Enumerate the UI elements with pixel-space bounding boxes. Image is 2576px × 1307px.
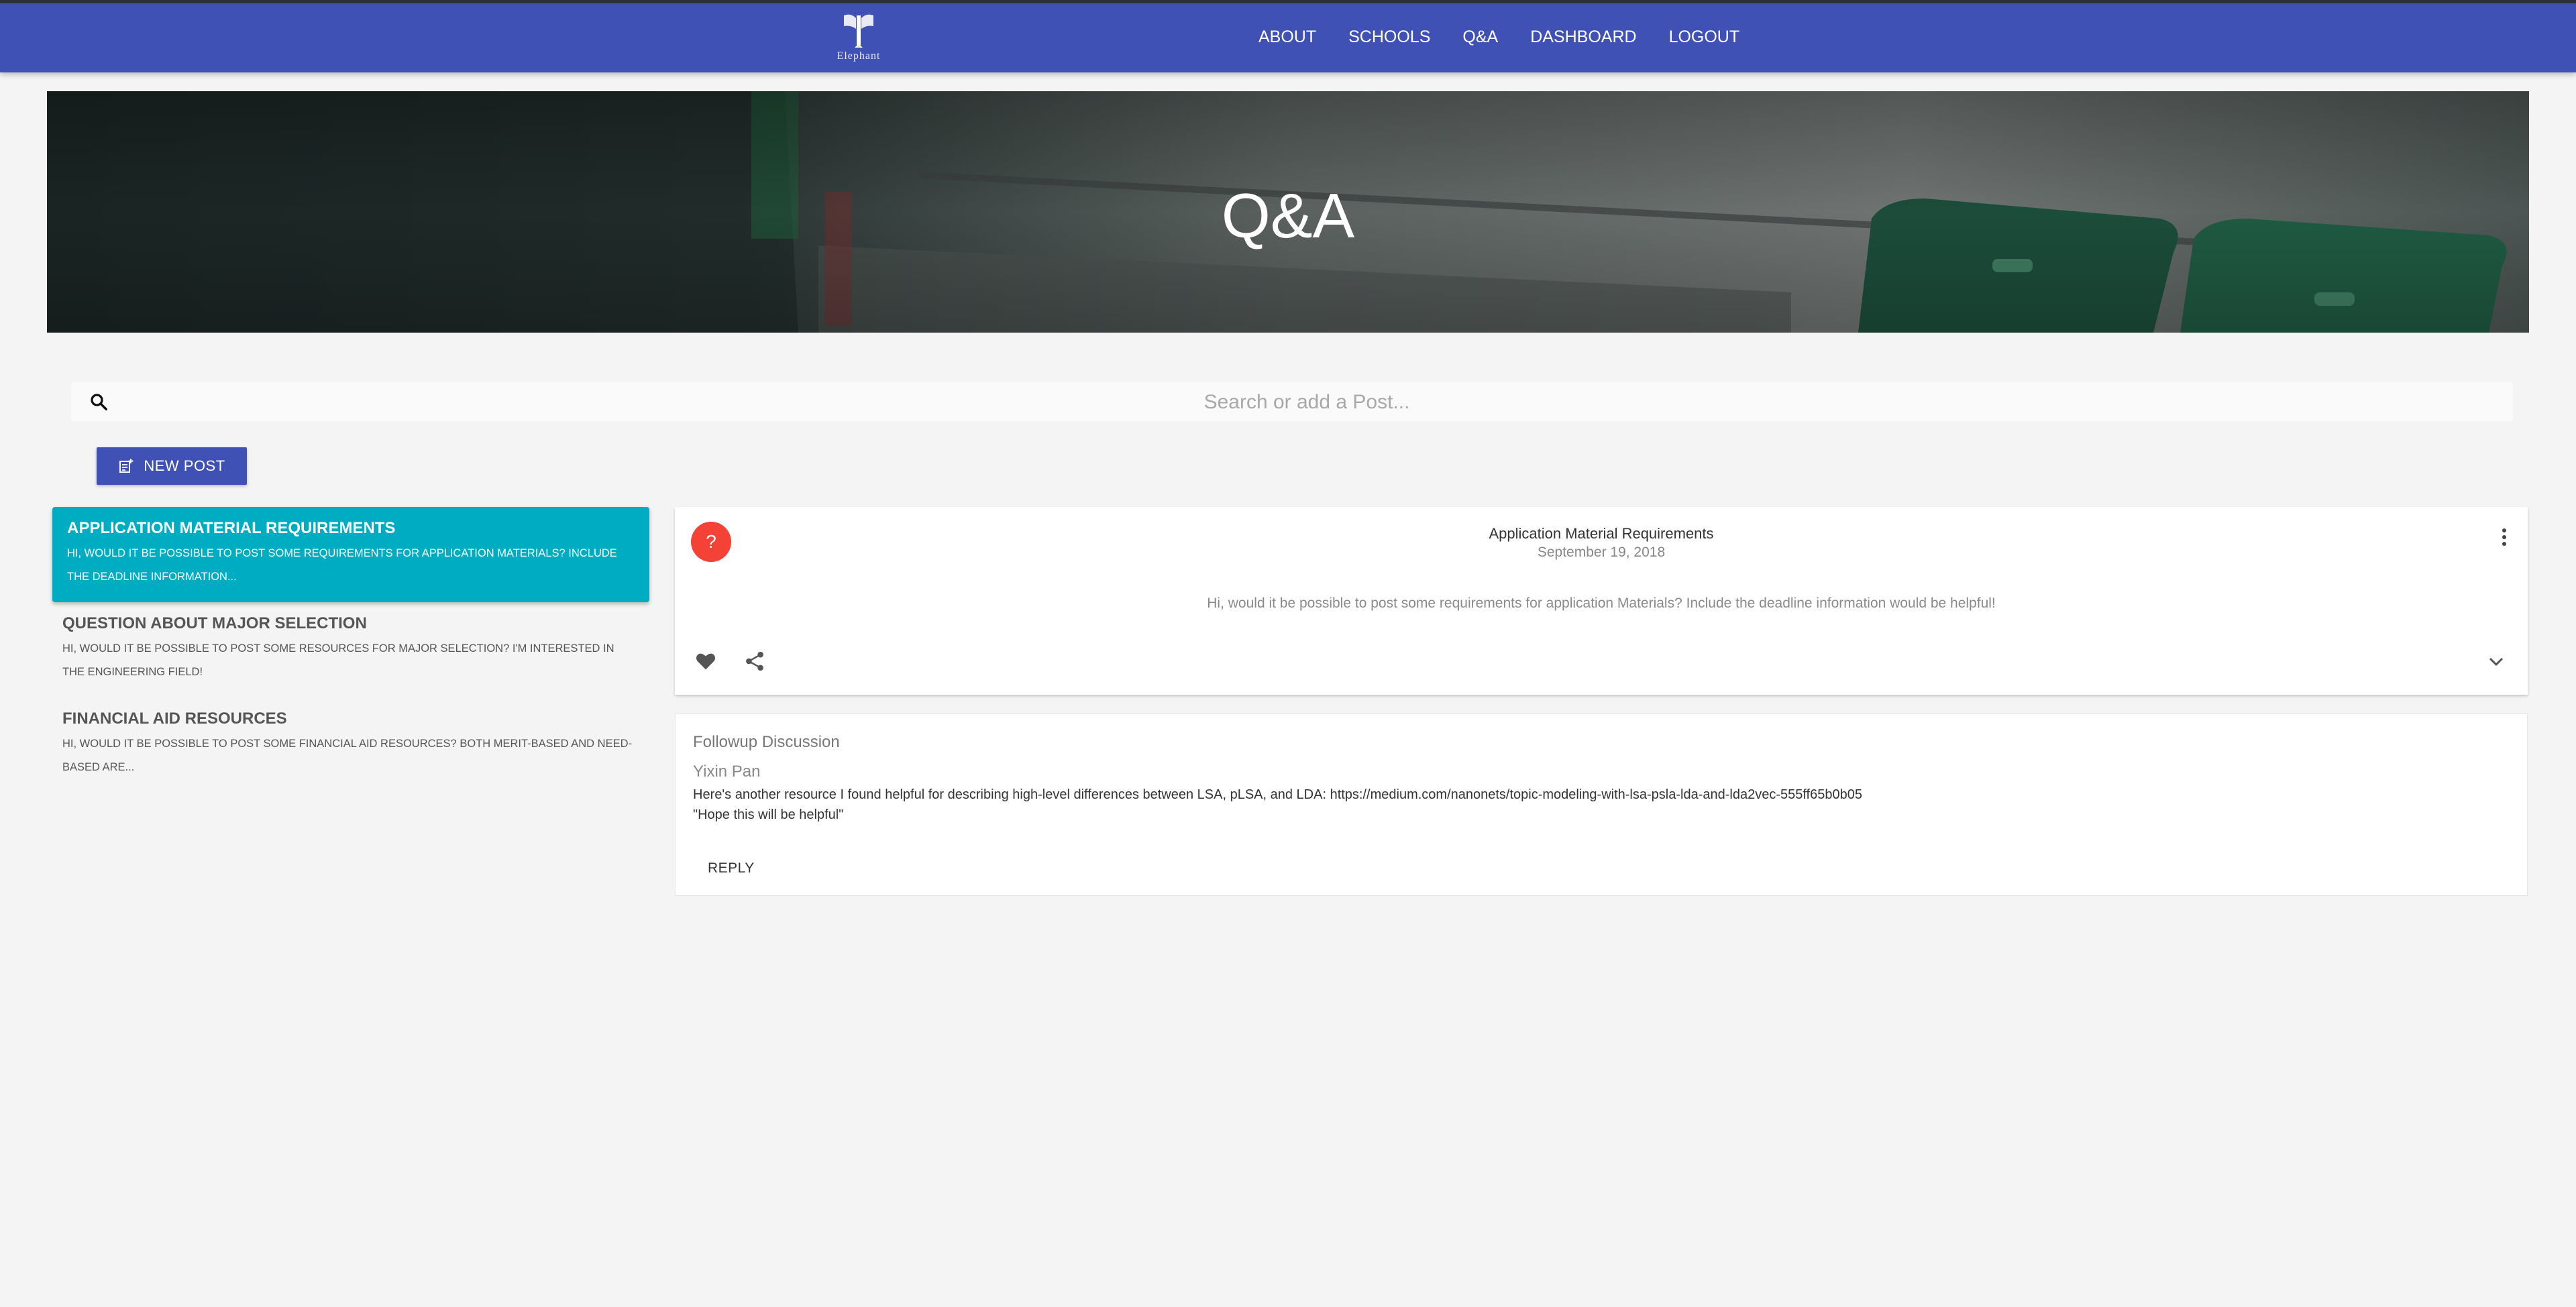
- post-list: APPLICATION MATERIAL REQUIREMENTS Hi, wo…: [52, 507, 649, 793]
- new-post-button[interactable]: NEW POST: [97, 447, 247, 485]
- elephant-logo[interactable]: Elephant: [822, 11, 896, 68]
- post-detail-card: ? Application Material Requirements Sept…: [675, 507, 2528, 695]
- post-title: QUESTION ABOUT MAJOR SELECTION: [62, 614, 367, 632]
- page-title: Q&A: [1221, 180, 1355, 251]
- followup-message-line: "Hope this will be helpful": [693, 807, 844, 822]
- top-navbar: Elephant ABOUT SCHOOLS Q&A DASHBOARD LOG…: [0, 0, 2576, 72]
- nav-schools[interactable]: SCHOOLS: [1348, 27, 1430, 47]
- post-snippet: Hi, would it be possible to post some fi…: [62, 738, 633, 773]
- followup-discussion-card: Followup Discussion Yixin Pan Here's ano…: [675, 714, 2528, 896]
- nav-logout[interactable]: LOGOUT: [1669, 27, 1740, 47]
- post-detail-date: September 19, 2018: [1537, 545, 1666, 560]
- search-icon[interactable]: [89, 392, 109, 412]
- new-post-label: NEW POST: [144, 457, 225, 474]
- followup-message: Here's another resource I found helpful …: [693, 785, 1862, 825]
- followup-message-line: Here's another resource I found helpful …: [693, 787, 1862, 802]
- post-detail-title: Application Material Requirements: [1489, 525, 1714, 542]
- post-snippet: Hi, would it be possible to post some re…: [62, 642, 614, 678]
- nav-qa[interactable]: Q&A: [1462, 27, 1498, 47]
- post-snippet: Hi, would it be possible to post some re…: [67, 547, 617, 583]
- hero-banner: Q&A: [47, 91, 2529, 333]
- search-input[interactable]: [125, 382, 2489, 422]
- logo-emblem-icon: [844, 14, 873, 48]
- expand-more-icon[interactable]: [2487, 656, 2505, 668]
- main-nav: ABOUT SCHOOLS Q&A DASHBOARD LOGOUT: [1258, 27, 1772, 47]
- post-title: FINANCIAL AID RESOURCES: [62, 709, 287, 728]
- share-icon[interactable]: [745, 650, 765, 672]
- heart-icon[interactable]: [695, 650, 716, 671]
- nav-about[interactable]: ABOUT: [1258, 27, 1316, 47]
- more-vert-icon[interactable]: [2501, 527, 2508, 547]
- post-list-item-application-material[interactable]: APPLICATION MATERIAL REQUIREMENTS Hi, wo…: [52, 507, 649, 602]
- post-list-item-financial-aid[interactable]: FINANCIAL AID RESOURCES Hi, would it be …: [52, 697, 649, 793]
- logo-text: Elephant: [837, 50, 881, 62]
- nav-dashboard[interactable]: DASHBOARD: [1530, 27, 1636, 47]
- followup-heading: Followup Discussion: [693, 733, 840, 751]
- post-title: APPLICATION MATERIAL REQUIREMENTS: [67, 519, 396, 537]
- followup-author: Yixin Pan: [693, 762, 761, 781]
- search-bar: [71, 382, 2513, 422]
- post-list-item-major-selection[interactable]: QUESTION ABOUT MAJOR SELECTION Hi, would…: [52, 602, 649, 697]
- post-add-icon: [119, 459, 133, 473]
- post-detail-body: Hi, would it be possible to post some re…: [1207, 595, 1996, 611]
- reply-button[interactable]: REPLY: [693, 854, 769, 883]
